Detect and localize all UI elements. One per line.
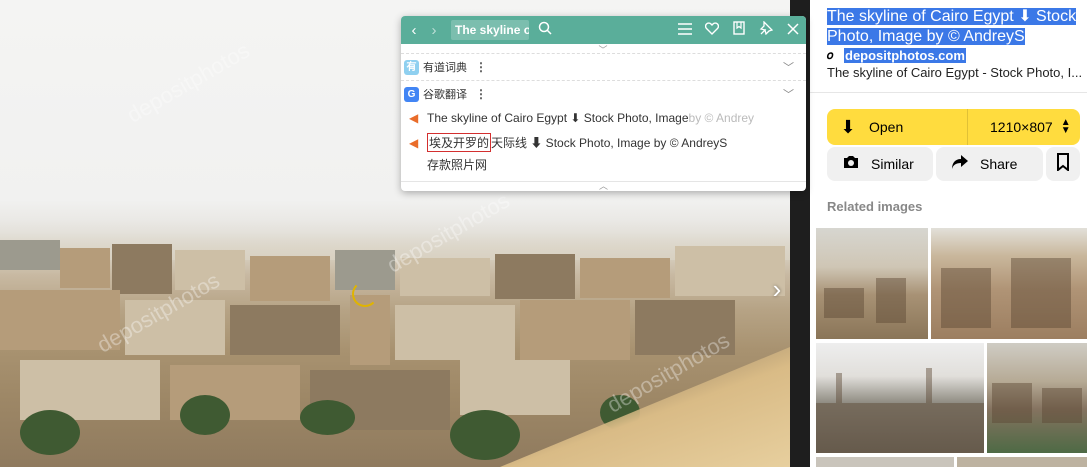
engine-options-icon[interactable]: ⋮ — [475, 60, 487, 74]
photo-tree — [20, 410, 80, 455]
photo-building — [520, 300, 630, 360]
photo-building — [580, 258, 670, 298]
photo-tree — [180, 395, 230, 435]
photo-building — [112, 244, 172, 294]
thumb-detail — [876, 278, 906, 323]
google-translate-icon: G — [404, 86, 419, 102]
similar-button[interactable]: Similar — [827, 147, 933, 181]
youdao-icon: 有 — [404, 59, 419, 75]
image-description: The skyline of Cairo Egypt - Stock Photo… — [827, 65, 1083, 80]
thumb-detail — [926, 368, 932, 403]
bookmark-button[interactable] — [1046, 147, 1080, 181]
open-button[interactable]: ⬇ Open — [827, 109, 967, 145]
engine-youdao[interactable]: 有 有道词典 ⋮ ﹀ — [401, 53, 806, 80]
thumb-detail — [1011, 258, 1071, 328]
next-image-chevron-right-icon[interactable]: › — [766, 275, 788, 303]
close-icon[interactable] — [779, 22, 806, 39]
photo-tree — [450, 410, 520, 460]
photo-building — [250, 256, 330, 301]
collapse-chevron-up-icon[interactable]: ︿ — [401, 181, 806, 191]
related-image-thumbnail[interactable] — [987, 343, 1087, 453]
share-label: Share — [980, 156, 1018, 172]
similar-label: Similar — [871, 156, 914, 172]
thumb-detail — [1042, 388, 1082, 423]
translator-popup: ‹ › The skyline o ﹀ 有 有道词典 ⋮ ﹀ G 谷歌翻译 ⋮ — [401, 16, 806, 191]
search-icon[interactable] — [535, 21, 555, 39]
highlighted-translation[interactable]: 埃及开罗的 — [427, 133, 492, 152]
translation-line-2: 存款照片网 — [427, 156, 487, 173]
photo-building — [230, 305, 340, 355]
download-icon: ⬇ — [840, 116, 856, 137]
thumb-detail — [824, 288, 864, 318]
image-size-label: 1210×807 — [990, 119, 1053, 135]
engine-name: 谷歌翻译 — [423, 89, 467, 101]
share-button[interactable]: Share — [936, 147, 1043, 181]
back-arrow-icon[interactable]: ‹ — [403, 22, 425, 39]
loading-spinner — [352, 281, 378, 307]
image-title[interactable]: The skyline of Cairo Egypt ⬇ Stock Photo… — [827, 7, 1085, 47]
photo-building — [0, 240, 60, 270]
chevron-down-icon[interactable]: ﹀ — [783, 86, 794, 102]
engine-options-icon[interactable]: ⋮ — [475, 87, 487, 101]
photo-building — [495, 254, 575, 299]
photo-building — [460, 360, 570, 415]
panel-separator — [810, 92, 1087, 93]
translator-query-input[interactable]: The skyline o — [451, 20, 529, 40]
thumb-detail — [836, 373, 842, 403]
related-image-thumbnail[interactable] — [816, 457, 954, 467]
image-details-panel: The skyline of Cairo Egypt ⬇ Stock Photo… — [810, 0, 1087, 467]
source-text-faded: by © Andrey — [688, 111, 755, 125]
related-image-thumbnail[interactable] — [816, 228, 928, 339]
related-images-title: Related images — [827, 199, 923, 214]
open-label: Open — [869, 119, 904, 135]
pin-icon[interactable] — [752, 20, 779, 39]
related-image-thumbnail[interactable] — [931, 228, 1087, 339]
translation-text: 天际线 ⬇ Stock Photo, Image by © AndreyS — [491, 136, 728, 150]
forward-arrow-icon[interactable]: › — [425, 22, 443, 39]
translation-text: 存款照片网 — [427, 158, 488, 172]
photo-tree — [300, 400, 355, 435]
camera-icon — [841, 154, 861, 175]
open-bar: ⬇ Open 1210×807 ▲ ▼ — [827, 109, 1080, 145]
related-image-thumbnail[interactable] — [957, 457, 1087, 467]
up-down-icon: ▲ ▼ — [1060, 117, 1071, 136]
menu-icon[interactable] — [671, 22, 698, 39]
thumb-detail — [992, 383, 1032, 423]
photo-building — [395, 305, 515, 360]
thumb-detail — [816, 403, 984, 453]
chevron-down-icon[interactable]: ﹀ — [783, 59, 794, 75]
translator-header: ‹ › The skyline o — [401, 16, 806, 44]
source-text-line: ◀ The skyline of Cairo Egypt ⬇ Stock Pho… — [409, 111, 754, 125]
photo-building — [60, 248, 110, 288]
image-size-select[interactable]: 1210×807 ▲ ▼ — [967, 109, 1071, 145]
translation-line: ◀ 埃及开罗的 天际线 ⬇ Stock Photo, Image by © An… — [409, 133, 727, 152]
source-text: The skyline of Cairo Egypt ⬇ Stock Photo… — [427, 111, 689, 125]
source-link[interactable]: depositphotos.com — [844, 47, 966, 63]
engine-google[interactable]: G 谷歌翻译 ⋮ ﹀ — [401, 80, 806, 107]
source-row[interactable]: 𝑜 depositphotos.com — [827, 46, 966, 64]
speaker-icon[interactable]: ◀ — [409, 136, 427, 150]
depositphotos-logo-icon: 𝑜 — [827, 48, 834, 62]
bookmark-icon — [1053, 152, 1073, 176]
speaker-icon[interactable]: ◀ — [409, 111, 427, 125]
wordbook-icon[interactable] — [725, 21, 752, 39]
thumb-detail — [941, 268, 991, 328]
related-image-thumbnail[interactable] — [816, 343, 984, 453]
share-arrow-icon — [950, 154, 970, 175]
engine-name: 有道词典 — [423, 62, 467, 74]
heart-icon[interactable] — [698, 21, 725, 39]
watermark: depositphotos — [122, 37, 254, 128]
